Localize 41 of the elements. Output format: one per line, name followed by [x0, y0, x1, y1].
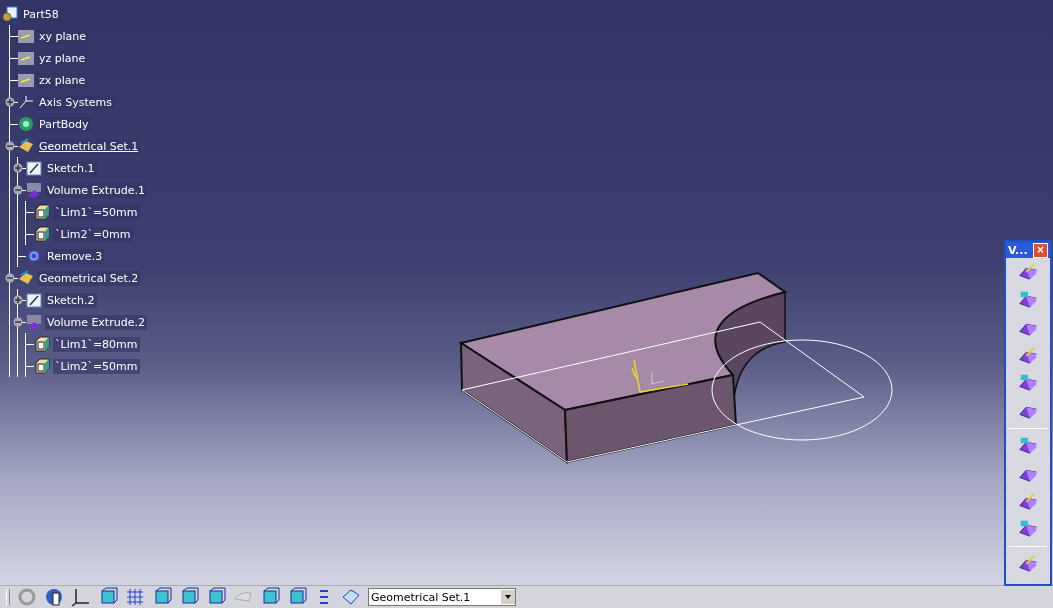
expand-toggle-icon[interactable]	[5, 141, 15, 151]
expand-toggle-icon[interactable]	[5, 273, 15, 283]
plane-icon[interactable]	[18, 50, 34, 66]
plane-icon[interactable]	[18, 72, 34, 88]
tree-item-label[interactable]: Sketch.2	[45, 292, 97, 308]
remove-icon[interactable]	[26, 248, 42, 264]
sketch-icon[interactable]	[26, 160, 42, 176]
tree-item-label[interactable]: `Lim1`=80mm	[53, 336, 140, 352]
tree-item-label[interactable]: `Lim2`=50mm	[53, 358, 140, 374]
tree-item-label[interactable]: Sketch.1	[45, 160, 97, 176]
set-icon[interactable]	[18, 138, 34, 154]
axis-icon[interactable]	[71, 587, 91, 607]
tree-item-label[interactable]: `Lim2`=0mm	[53, 226, 133, 242]
tree-item-label[interactable]: Geometrical Set.1	[37, 138, 141, 154]
expand-toggle-icon[interactable]	[13, 295, 23, 305]
geometrical-set-dropdown[interactable]: Geometrical Set.1	[368, 588, 516, 606]
parameter-icon[interactable]	[34, 204, 50, 220]
tree-item-label[interactable]: Volume Extrude.1	[45, 182, 147, 198]
box-icon[interactable]	[152, 587, 172, 607]
tree-item-label[interactable]: Geometrical Set.2	[37, 270, 141, 286]
tree-item-label[interactable]: PartBody	[37, 116, 91, 132]
plane-icon[interactable]	[341, 587, 361, 607]
expand-toggle-icon[interactable]	[13, 317, 23, 327]
sketch-icon[interactable]	[26, 292, 42, 308]
expand-toggle-icon[interactable]	[13, 185, 23, 195]
body-icon[interactable]	[18, 116, 34, 132]
toolbar-title: V...	[1008, 243, 1028, 257]
part-icon[interactable]	[2, 6, 18, 22]
expand-toggle-icon[interactable]	[5, 97, 15, 107]
parameter-icon[interactable]	[34, 226, 50, 242]
plane-icon[interactable]	[18, 28, 34, 44]
parameter-icon[interactable]	[34, 358, 50, 374]
set-icon[interactable]	[18, 270, 34, 286]
close-button[interactable]: ×	[1033, 242, 1048, 258]
expand-toggle-icon[interactable]	[13, 163, 23, 173]
tree-item-label[interactable]: Remove.3	[45, 248, 105, 264]
tree-item-label[interactable]: `Lim1`=50mm	[53, 204, 140, 220]
tree-item-label[interactable]: Volume Extrude.2	[45, 314, 147, 330]
parameter-icon[interactable]	[34, 336, 50, 352]
grid-icon[interactable]	[125, 587, 145, 607]
tree-item-label[interactable]: Axis Systems	[37, 94, 115, 110]
